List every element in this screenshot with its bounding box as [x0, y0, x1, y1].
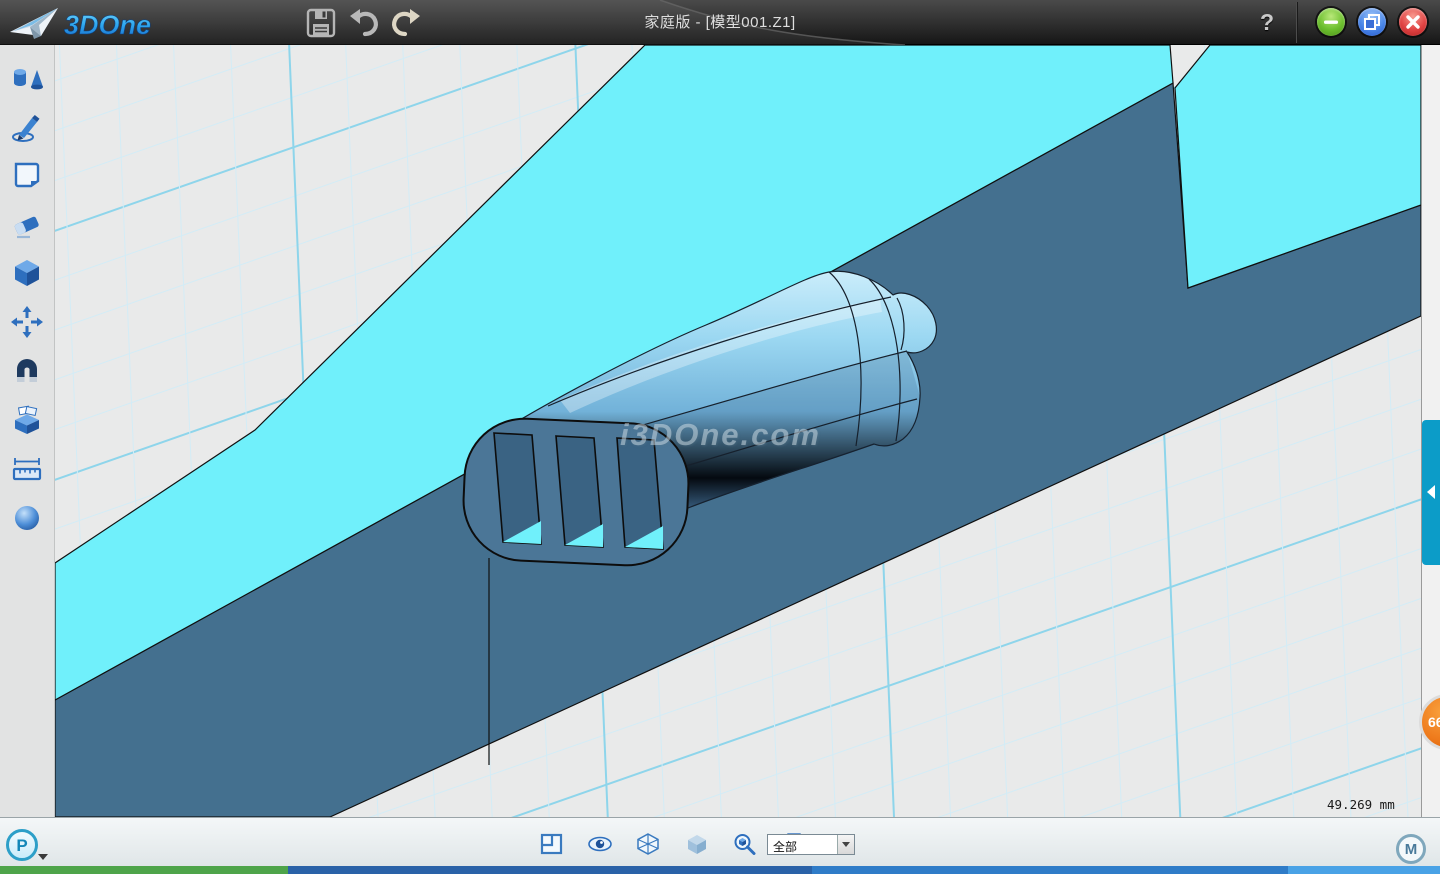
save-button[interactable]	[305, 7, 337, 39]
display-filter-value: 全部	[773, 838, 797, 855]
profile-dropdown-arrow[interactable]	[38, 854, 48, 860]
titlebar-separator	[1296, 2, 1297, 43]
close-button[interactable]	[1399, 8, 1427, 36]
os-taskbar-sliver[interactable]	[0, 866, 1440, 874]
model-canvas[interactable]	[55, 45, 1421, 817]
redo-button[interactable]	[390, 7, 422, 39]
status-bar: P	[0, 817, 1440, 866]
sketch-pen-icon[interactable]	[10, 110, 44, 144]
app-logo: 3DOne	[8, 3, 208, 43]
window-title: 家庭版 - [模型001.Z1]	[420, 0, 1020, 45]
wireframe-mode-icon[interactable]	[636, 833, 660, 855]
eraser-icon[interactable]	[10, 207, 44, 241]
taskbar-segment-green	[0, 866, 288, 874]
3d-viewport[interactable]: i3DOne.com 49.269 mm	[55, 45, 1421, 817]
shaded-mode-icon[interactable]	[685, 833, 709, 855]
visibility-eye-icon[interactable]	[588, 833, 612, 855]
move-arrows-icon[interactable]	[10, 305, 44, 339]
restore-button[interactable]	[1358, 8, 1386, 36]
render-sphere-icon[interactable]	[10, 501, 44, 535]
display-filter-select[interactable]: 全部	[767, 834, 855, 855]
panel-expand-tab[interactable]	[1422, 420, 1440, 565]
plate-slots	[494, 433, 663, 549]
measure-ruler-icon[interactable]	[10, 452, 44, 486]
view-layout-icon[interactable]	[540, 833, 564, 855]
badge-count: 66	[1428, 714, 1440, 730]
title-bar: 3DOne 家庭版 - [模型001.Z1] ?	[0, 0, 1440, 45]
magnet-icon[interactable]	[10, 354, 44, 388]
minimize-button[interactable]	[1317, 8, 1345, 36]
bottle-end-plate[interactable]	[461, 416, 691, 568]
left-toolbar	[0, 45, 55, 817]
sketch-sheet-icon[interactable]	[10, 158, 44, 192]
taskbar-segment-blue3	[1288, 866, 1440, 874]
taskbar-segment-blue2	[812, 866, 1288, 874]
help-button[interactable]: ?	[1252, 0, 1282, 45]
zoom-icon[interactable]	[733, 833, 757, 855]
combine-box-icon[interactable]	[10, 403, 44, 437]
paper-plane-icon	[10, 8, 58, 39]
feature-cube-icon[interactable]	[10, 256, 44, 290]
logo-text: 3DOne	[64, 10, 151, 40]
3done-window: 3DOne 家庭版 - [模型001.Z1] ?	[0, 0, 1440, 874]
mode-button[interactable]: M	[1396, 834, 1426, 864]
primitive-solids-icon[interactable]	[10, 62, 44, 96]
taskbar-segment-blue1	[288, 866, 812, 874]
combo-arrow-button[interactable]	[837, 835, 854, 854]
chevron-left-icon	[1427, 485, 1435, 499]
chevron-down-icon	[842, 842, 850, 847]
profile-button[interactable]: P	[6, 829, 38, 861]
undo-button[interactable]	[348, 7, 380, 39]
